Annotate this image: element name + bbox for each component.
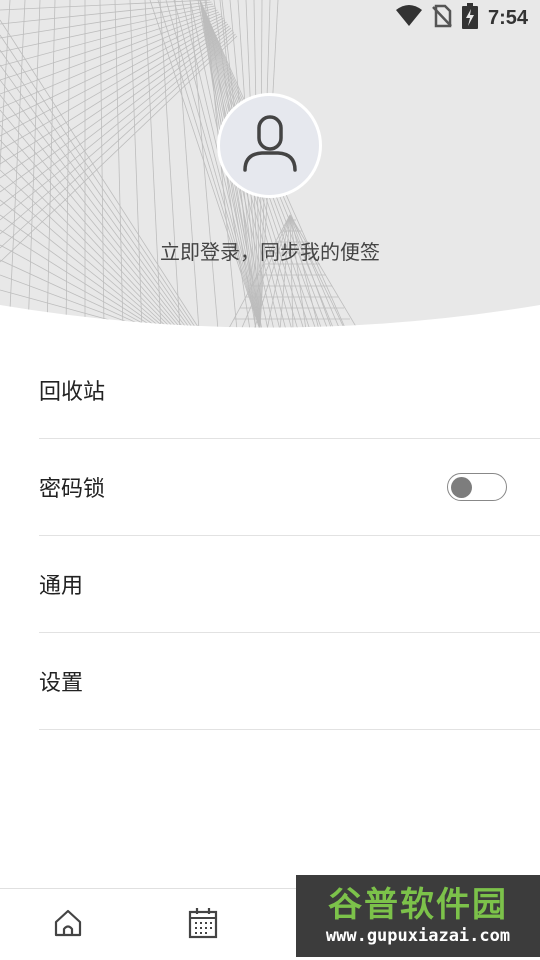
menu-item-password-lock[interactable]: 密码锁 <box>39 439 540 536</box>
menu-item-label: 设置 <box>39 671 84 696</box>
profile-header: 7:54 立即登录，同步我的便签 <box>0 0 540 330</box>
menu-item-general[interactable]: 通用 <box>39 536 540 633</box>
login-prompt[interactable]: 立即登录，同步我的便签 <box>0 236 540 265</box>
settings-menu: 回收站 密码锁 通用 设置 <box>0 342 540 730</box>
watermark-logo: 谷普软件园 www.gupuxiazai.com <box>296 875 540 957</box>
home-icon <box>53 908 83 942</box>
watermark-url: www.gupuxiazai.com <box>325 926 511 946</box>
user-icon <box>240 114 300 178</box>
battery-charging-icon <box>461 3 478 33</box>
password-lock-toggle[interactable] <box>447 473 507 501</box>
nav-calendar[interactable] <box>135 889 270 960</box>
no-sim-icon <box>432 4 452 32</box>
menu-item-label: 密码锁 <box>39 477 106 502</box>
watermark-title: 谷普软件园 <box>328 885 508 925</box>
status-bar: 7:54 <box>0 0 540 36</box>
menu-item-settings[interactable]: 设置 <box>39 633 540 730</box>
avatar[interactable] <box>217 93 322 198</box>
nav-home[interactable] <box>0 889 135 960</box>
clock: 7:54 <box>487 6 528 29</box>
menu-item-recycle-bin[interactable]: 回收站 <box>39 342 540 439</box>
menu-item-label: 通用 <box>39 574 84 599</box>
toggle-knob <box>451 476 472 498</box>
calendar-icon <box>188 907 218 943</box>
menu-item-label: 回收站 <box>39 380 106 405</box>
wifi-icon <box>395 5 422 31</box>
